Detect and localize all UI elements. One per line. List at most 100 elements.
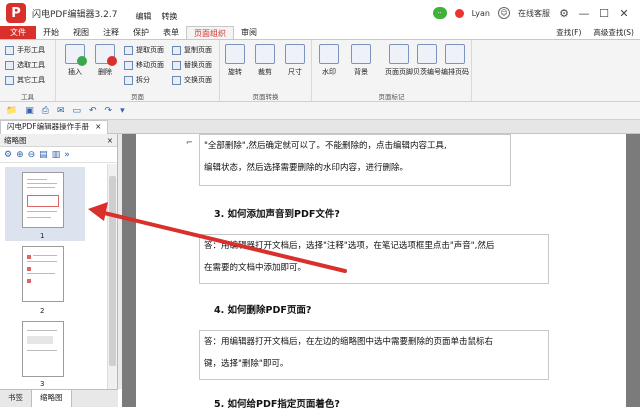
thumbnail-list: 1 2 3 (0, 164, 104, 389)
header-footer-icon (389, 44, 409, 64)
document-tab-bar: 闪电PDF编辑器操作手册 × (0, 120, 640, 134)
mark-group: 水印 背景 页面页脚 贝茨编号 编排页码 页面标记 (312, 40, 472, 102)
email-icon[interactable]: ✉ (57, 106, 65, 116)
title-right: ·· Lyan ☺ 在线客服 ⚙ — ☐ ✕ (432, 0, 640, 26)
ribbon-tabs: 文件 开始 视图 注释 保护 表单 页面组织 审阅 (0, 26, 640, 40)
customize-icon[interactable]: ▾ (120, 106, 125, 116)
page-thumbnail[interactable] (22, 172, 64, 228)
redo-icon[interactable]: ↷ (105, 106, 113, 116)
zoom-out-icon[interactable]: ⊖ (28, 150, 36, 160)
select-tool-button[interactable]: 选取工具 (5, 60, 45, 70)
crop-button[interactable]: 裁剪 (252, 44, 278, 77)
text-block[interactable]: 答：用编辑器打开文档后，选择"注释"选项，在笔记选项框里点击"声音",然后 在需… (199, 234, 549, 284)
panel-close-icon[interactable]: × (107, 134, 113, 146)
move-icon (124, 60, 133, 70)
minimize-button[interactable]: — (578, 7, 590, 20)
undo-icon[interactable]: ↶ (89, 106, 97, 116)
tab-page-organize[interactable]: 页面组织 (186, 26, 234, 39)
replace-page-button[interactable]: 替换页面 (172, 60, 212, 70)
split-icon (124, 75, 133, 85)
more-icon[interactable]: » (64, 150, 70, 160)
panel-header: 缩略图 × (0, 134, 117, 147)
heading-5: 5. 如何给PDF指定页面着色? (214, 399, 340, 410)
thumbnail-scrollbar[interactable] (107, 164, 117, 389)
close-button[interactable]: ✕ (618, 7, 630, 20)
bates-number-button[interactable]: 贝茨编号 (412, 44, 442, 77)
transform-group: 旋转 裁剪 尺寸 页面转换 (220, 40, 312, 102)
page-extract-icon[interactable]: ▥ (52, 150, 61, 160)
service-icon[interactable]: ☺ (498, 7, 510, 19)
open-icon[interactable]: 📁 (6, 106, 17, 116)
header-footer-button[interactable]: 页面页脚 (382, 44, 416, 77)
tab-file[interactable]: 文件 (0, 26, 36, 39)
tab-review[interactable]: 审阅 (234, 26, 264, 39)
page-thumbnail[interactable] (22, 246, 64, 302)
move-page-button[interactable]: 移动页面 (124, 60, 164, 70)
crop-icon (255, 44, 275, 64)
menu-convert[interactable]: 转换 (161, 11, 177, 22)
page-settings-icon[interactable]: ▤ (39, 150, 48, 160)
split-button[interactable]: 拆分 (124, 75, 150, 85)
corner-marker: ⌐ (186, 138, 193, 147)
user-name[interactable]: Lyan (472, 9, 490, 18)
heading-3: 3. 如何添加声音到PDF文件? (214, 209, 340, 220)
tools-icon (5, 75, 14, 85)
hand-tool-button[interactable]: 手形工具 (5, 45, 45, 55)
heading-4: 4. 如何删除PDF页面? (214, 305, 312, 316)
background-icon (351, 44, 371, 64)
hand-icon (5, 45, 14, 55)
menu-edit[interactable]: 编辑 (135, 11, 151, 22)
swap-icon (172, 75, 181, 85)
swap-page-button[interactable]: 交换页面 (172, 75, 212, 85)
advanced-find-button[interactable]: 高级查找(S) (593, 27, 634, 38)
page-group-label: 页面 (131, 93, 144, 101)
online-service-link[interactable]: 在线客服 (518, 8, 550, 19)
ribbon: 手形工具 选取工具 其它工具 工具 插入 删除 提取页面 移动页面 拆分 复制页… (0, 40, 640, 102)
document-tab[interactable]: 闪电PDF编辑器操作手册 × (0, 120, 109, 134)
maximize-button[interactable]: ☐ (598, 7, 610, 20)
delete-page-icon (95, 44, 117, 66)
page-size-icon (285, 44, 305, 64)
tab-home[interactable]: 开始 (36, 26, 66, 39)
scan-icon[interactable]: ▭ (72, 106, 81, 116)
tab-protect[interactable]: 保护 (126, 26, 156, 39)
rotate-button[interactable]: 旋转 (222, 44, 248, 77)
wechat-icon[interactable]: ·· (432, 7, 447, 19)
settings-icon[interactable]: ⚙ (558, 7, 570, 20)
close-tab-icon[interactable]: × (95, 121, 101, 134)
size-button[interactable]: 尺寸 (282, 44, 308, 77)
page-number-button[interactable]: 编排页码 (440, 44, 470, 77)
tab-view[interactable]: 视图 (66, 26, 96, 39)
tab-thumbnails[interactable]: 缩略图 (31, 390, 72, 407)
insert-button[interactable]: 插入 (62, 44, 88, 77)
copy-page-button[interactable]: 复制页面 (172, 45, 212, 55)
other-tools-button[interactable]: 其它工具 (5, 75, 45, 85)
page-thumbnail[interactable] (22, 321, 64, 377)
panel-title: 缩略图 (4, 136, 27, 145)
tools-group: 手形工具 选取工具 其它工具 工具 (0, 40, 56, 102)
insert-page-icon (65, 44, 87, 66)
find-bar: 查找(F) 高级查找(S) (556, 27, 634, 38)
options-gear-icon[interactable]: ⚙ (4, 150, 12, 160)
tab-form[interactable]: 表单 (156, 26, 186, 39)
zoom-in-icon[interactable]: ⊕ (16, 150, 24, 160)
page-group: 插入 删除 提取页面 移动页面 拆分 复制页面 替换页面 交换页面 页面 (56, 40, 220, 102)
print-icon[interactable]: ⎙ (42, 106, 49, 116)
background-button[interactable]: 背景 (348, 44, 374, 77)
tab-bookmarks[interactable]: 书签 (0, 390, 31, 407)
app-logo: P (6, 3, 26, 23)
copy-icon (172, 45, 181, 55)
tab-annotate[interactable]: 注释 (96, 26, 126, 39)
extract-page-button[interactable]: 提取页面 (124, 45, 164, 55)
scrollbar-thumb[interactable] (109, 176, 116, 366)
watermark-button[interactable]: 水印 (316, 44, 342, 77)
panel-toolbar: ⚙ ⊕ ⊖ ▤ ▥ » (0, 147, 117, 163)
cursor-icon (5, 60, 14, 70)
transform-group-label: 页面转换 (252, 93, 279, 101)
text-block[interactable]: "全部删除",然后确定就可以了。不能删除的，点击编辑内容工具, 编辑状态，然后选… (199, 134, 511, 186)
save-icon[interactable]: ▣ (25, 106, 34, 116)
text-block[interactable]: 答：用编辑器打开文档后，在左边的缩略图中选中需要删除的页面单击鼠标右 键，选择"… (199, 330, 549, 380)
rotate-icon (225, 44, 245, 64)
delete-button[interactable]: 删除 (92, 44, 118, 77)
find-button[interactable]: 查找(F) (556, 27, 581, 38)
